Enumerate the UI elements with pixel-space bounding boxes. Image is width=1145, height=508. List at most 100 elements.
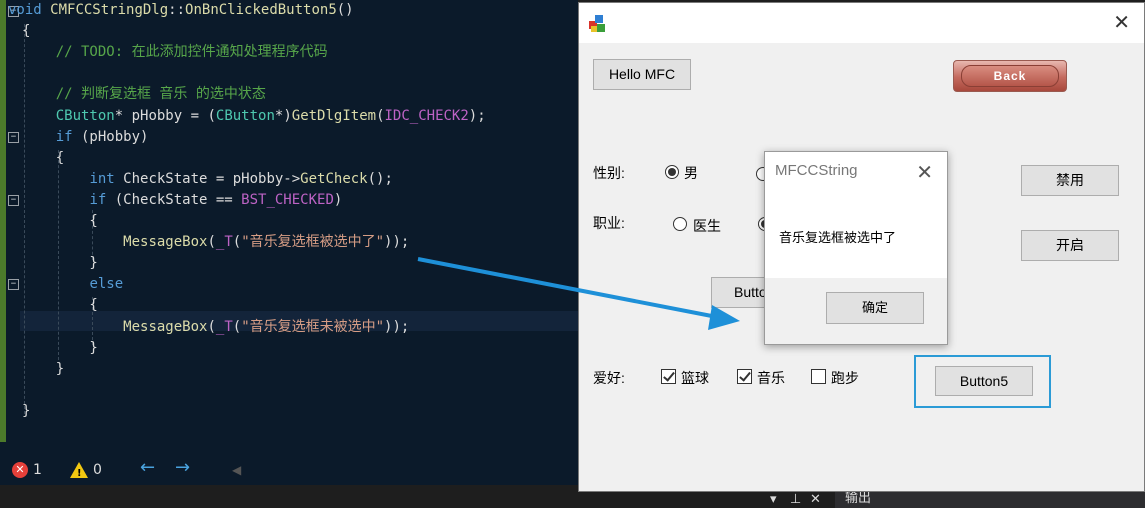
- code-token: }: [22, 339, 98, 356]
- code-token: CMFCCStringDlg: [50, 2, 169, 18]
- code-line[interactable]: {: [22, 211, 98, 232]
- code-token: GetDlgItem: [291, 107, 377, 124]
- code-token: "音乐复选框被选中了": [241, 234, 385, 251]
- fold-toggle-icon[interactable]: −: [8, 279, 19, 290]
- code-line[interactable]: if (CheckState == BST_CHECKED): [22, 190, 342, 211]
- checkbox-running[interactable]: [811, 369, 826, 384]
- warning-icon: !: [70, 462, 88, 479]
- code-line[interactable]: }: [22, 338, 98, 359]
- code-token: CButton: [215, 107, 275, 124]
- code-token: CButton: [55, 107, 115, 124]
- message-box-text: 音乐复选框被选中了: [779, 230, 897, 245]
- error-icon: ✕: [12, 462, 28, 478]
- code-token: }: [22, 402, 31, 419]
- code-token: {: [22, 213, 98, 229]
- code-line[interactable]: else: [22, 274, 123, 295]
- code-token: (: [207, 318, 216, 335]
- close-icon[interactable]: ✕: [1113, 13, 1130, 33]
- navigate-forward-icon[interactable]: →: [175, 459, 190, 477]
- code-line[interactable]: // 判断复选框 音乐 的选中状态: [22, 84, 266, 105]
- code-token: if: [89, 191, 107, 208]
- checkbox-basketball-label: 篮球: [681, 370, 709, 386]
- code-token: CheckState = pHobby->: [114, 170, 301, 187]
- code-token: * pHobby = (: [114, 107, 216, 124]
- code-token: {: [22, 23, 31, 40]
- output-panel-title: 输出: [845, 491, 872, 506]
- code-token: (): [336, 2, 354, 18]
- close-icon[interactable]: ✕: [916, 160, 933, 185]
- code-token: MessageBox: [123, 318, 208, 335]
- code-token: ): [333, 191, 343, 208]
- hobby-label: 爱好:: [593, 370, 625, 386]
- message-box-title: MFCCString: [775, 162, 858, 179]
- radio-doctor-label: 医生: [693, 218, 721, 234]
- hello-mfc-button[interactable]: Hello MFC: [593, 59, 691, 90]
- code-token: );: [468, 107, 486, 124]
- code-token: void: [8, 2, 51, 18]
- radio-doctor[interactable]: [673, 217, 687, 231]
- checkbox-music[interactable]: [737, 369, 752, 384]
- code-token: (: [207, 234, 216, 251]
- code-token: *): [274, 107, 292, 124]
- message-box-footer: 确定: [765, 278, 947, 344]
- code-line[interactable]: }: [22, 401, 30, 422]
- close-panel-icon[interactable]: ✕: [810, 492, 821, 507]
- code-token: MessageBox: [123, 234, 208, 251]
- fold-toggle-icon[interactable]: −: [8, 195, 19, 206]
- collapse-left-icon[interactable]: ◀: [232, 461, 241, 479]
- code-token: (pHobby): [72, 128, 149, 145]
- disable-button[interactable]: 禁用: [1021, 165, 1119, 196]
- error-status-bar: ✕ 1 ! 0 ← → ◀: [0, 455, 578, 485]
- code-line[interactable]: MessageBox(_T("音乐复选框被选中了"));: [22, 232, 409, 253]
- code-token: OnBnClickedButton5: [185, 2, 337, 18]
- checkbox-basketball[interactable]: [661, 369, 676, 384]
- code-editor[interactable]: − − − − void CMFCCStringDlg::OnBnClicked…: [0, 0, 578, 455]
- dialog-titlebar[interactable]: ✕: [579, 3, 1144, 43]
- enable-button[interactable]: 开启: [1021, 230, 1119, 261]
- code-token: ));: [384, 318, 410, 335]
- code-token: "音乐复选框未被选中": [241, 318, 385, 335]
- warning-count[interactable]: ! 0: [70, 461, 102, 479]
- button5[interactable]: Button5: [935, 366, 1033, 396]
- code-line[interactable]: int CheckState = pHobby->GetCheck();: [22, 169, 392, 190]
- navigate-back-icon[interactable]: ←: [140, 459, 155, 477]
- code-line[interactable]: if (pHobby): [22, 127, 149, 148]
- code-token: _T: [215, 234, 233, 251]
- radio-male[interactable]: [665, 165, 679, 179]
- code-line[interactable]: {: [22, 295, 97, 316]
- gender-label: 性别:: [593, 165, 625, 181]
- code-token: ));: [384, 234, 410, 251]
- error-count[interactable]: ✕ 1: [12, 461, 42, 479]
- dropdown-icon[interactable]: ▾: [770, 492, 777, 507]
- code-line[interactable]: }: [22, 359, 64, 380]
- pin-icon[interactable]: ⊥: [790, 492, 801, 507]
- code-token: }: [22, 360, 65, 377]
- job-label: 职业:: [593, 215, 625, 231]
- app-icon: [589, 15, 607, 33]
- error-count-value: 1: [33, 462, 42, 478]
- code-token: ::: [168, 2, 186, 18]
- code-line[interactable]: {: [22, 21, 30, 42]
- code-token: (: [232, 318, 242, 335]
- output-panel-tab[interactable]: 输出: [835, 490, 1145, 508]
- ok-button[interactable]: 确定: [826, 292, 924, 324]
- code-line[interactable]: CButton* pHobby = (CButton*)GetDlgItem(I…: [22, 106, 486, 127]
- back-button-label: Back: [961, 65, 1059, 87]
- code-line[interactable]: }: [22, 253, 97, 274]
- message-box: MFCCString ✕ 音乐复选框被选中了 确定: [764, 151, 948, 345]
- code-token: IDC_CHECK2: [384, 107, 469, 124]
- back-button[interactable]: Back: [953, 60, 1067, 92]
- code-line[interactable]: MessageBox(_T("音乐复选框未被选中"));: [22, 317, 409, 338]
- code-line[interactable]: void CMFCCStringDlg::OnBnClickedButton5(…: [8, 0, 354, 21]
- code-token: // TODO: 在此添加控件通知处理程序代码: [22, 44, 328, 61]
- code-line[interactable]: // TODO: 在此添加控件通知处理程序代码: [22, 42, 328, 63]
- fold-toggle-icon[interactable]: −: [8, 132, 19, 143]
- code-line[interactable]: {: [22, 148, 64, 169]
